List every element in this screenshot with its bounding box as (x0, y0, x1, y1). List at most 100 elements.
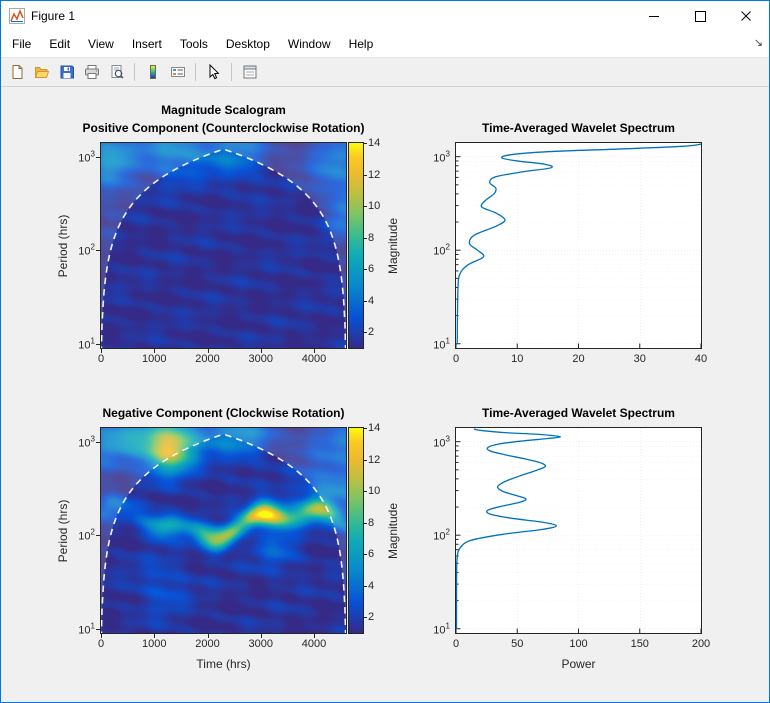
x-tickmark (261, 634, 262, 638)
y-tick-label: 103 (433, 149, 450, 164)
menu-item-help[interactable]: Help (340, 33, 383, 55)
plot-title: Time-Averaged Wavelet Spectrum (482, 406, 675, 420)
x-tick-label: 2000 (195, 353, 219, 365)
save-figure-icon[interactable] (55, 61, 78, 83)
y-tickmark (96, 157, 100, 158)
y-tickmark (96, 629, 100, 630)
colorbar-tickmark (363, 332, 367, 333)
plot-title: Magnitude Scalogram (161, 103, 286, 117)
plot-title: Negative Component (Clockwise Rotation) (102, 406, 344, 420)
y-tick-label: 102 (433, 243, 450, 258)
menu-item-view[interactable]: View (79, 33, 123, 55)
x-axis-label: Time (hrs) (196, 657, 250, 671)
x-tick-label: 4000 (302, 638, 326, 650)
figure-icon (9, 8, 25, 24)
scalogram-negative-colorbar (348, 427, 364, 634)
x-tick-label: 1000 (142, 638, 166, 650)
y-tickmark (96, 344, 100, 345)
x-tick-label: 10 (511, 353, 523, 365)
x-tickmark (208, 634, 209, 638)
x-tick-label: 0 (98, 638, 104, 650)
y-tickmark (96, 535, 100, 536)
colorbar-tickmark (363, 460, 367, 461)
matlab-figure-window: Figure 1 FileEditViewInsertToolsDesktopW… (0, 0, 770, 703)
edit-plot-icon[interactable] (202, 61, 225, 83)
colorbar-tick-label: 6 (368, 548, 374, 560)
y-tick-label: 101 (78, 336, 95, 351)
colorbar-tick-label: 8 (368, 517, 374, 529)
scalogram-positive-canvas[interactable] (100, 142, 347, 349)
colorbar-label: Magnitude (386, 217, 400, 273)
close-icon (741, 11, 751, 21)
toolbar-separator (195, 63, 196, 81)
spectrum-positive-canvas[interactable] (455, 142, 702, 349)
menu-item-tools[interactable]: Tools (171, 33, 217, 55)
colorbar-tick-label: 4 (368, 295, 374, 307)
x-tick-label: 0 (453, 638, 459, 650)
menu-item-edit[interactable]: Edit (40, 33, 79, 55)
close-button[interactable] (723, 1, 769, 31)
menu-item-desktop[interactable]: Desktop (217, 33, 279, 55)
y-tick-label: 101 (433, 336, 450, 351)
x-tickmark (314, 634, 315, 638)
colorbar-tick-label: 14 (368, 422, 380, 434)
x-tickmark (101, 634, 102, 638)
y-tick-label: 102 (433, 528, 450, 543)
open-file-icon[interactable] (30, 61, 53, 83)
maximize-button[interactable] (677, 1, 723, 31)
minimize-button[interactable] (631, 1, 677, 31)
insert-colorbar-icon[interactable] (141, 61, 164, 83)
figure-area: Magnitude ScalogramPositive Component (C… (1, 87, 769, 702)
property-inspector-icon[interactable] (238, 61, 261, 83)
dock-figure-icon[interactable]: ↘ (754, 36, 763, 49)
scalogram-positive-colorbar (348, 142, 364, 349)
menu-item-file[interactable]: File (3, 33, 40, 55)
menu-item-window[interactable]: Window (279, 33, 340, 55)
y-tick-label: 101 (433, 621, 450, 636)
figure-toolbar (1, 57, 769, 87)
y-axis-label: Period (hrs) (56, 214, 70, 277)
print-figure-icon[interactable] (80, 61, 103, 83)
x-tick-label: 0 (98, 353, 104, 365)
colorbar-tickmark (363, 175, 367, 176)
maximize-icon (695, 11, 706, 22)
minimize-icon (649, 16, 659, 17)
x-tick-label: 3000 (249, 638, 273, 650)
colorbar-tick-label: 6 (368, 263, 374, 275)
new-figure-icon[interactable] (5, 61, 28, 83)
x-tick-label: 4000 (302, 353, 326, 365)
x-tickmark (261, 349, 262, 353)
y-tickmark (96, 442, 100, 443)
menu-item-insert[interactable]: Insert (123, 33, 171, 55)
window-title: Figure 1 (31, 9, 75, 23)
colorbar-tick-label: 2 (368, 326, 374, 338)
x-tickmark (154, 634, 155, 638)
colorbar-tickmark (363, 586, 367, 587)
y-tick-label: 103 (433, 434, 450, 449)
colorbar-tick-label: 12 (368, 454, 380, 466)
scalogram-negative-canvas[interactable] (100, 427, 347, 634)
y-tickmark (96, 250, 100, 251)
insert-legend-icon[interactable] (166, 61, 189, 83)
x-tick-label: 3000 (249, 353, 273, 365)
colorbar-label: Magnitude (386, 502, 400, 558)
x-tickmark (154, 349, 155, 353)
spectrum-negative-canvas[interactable] (455, 427, 702, 634)
x-tick-label: 50 (511, 638, 523, 650)
colorbar-tickmark (363, 301, 367, 302)
colorbar-tickmark (363, 238, 367, 239)
x-tickmark (208, 349, 209, 353)
y-tick-label: 102 (78, 528, 95, 543)
print-preview-icon[interactable] (105, 61, 128, 83)
colorbar-tick-label: 10 (368, 485, 380, 497)
colorbar-tick-label: 12 (368, 169, 380, 181)
colorbar-tick-label: 2 (368, 611, 374, 623)
colorbar-tickmark (363, 491, 367, 492)
window-controls (631, 1, 769, 31)
x-tick-label: 30 (634, 353, 646, 365)
x-tick-label: 150 (631, 638, 649, 650)
colorbar-tickmark (363, 428, 367, 429)
x-tick-label: 20 (572, 353, 584, 365)
x-tick-label: 100 (569, 638, 587, 650)
colorbar-tickmark (363, 554, 367, 555)
